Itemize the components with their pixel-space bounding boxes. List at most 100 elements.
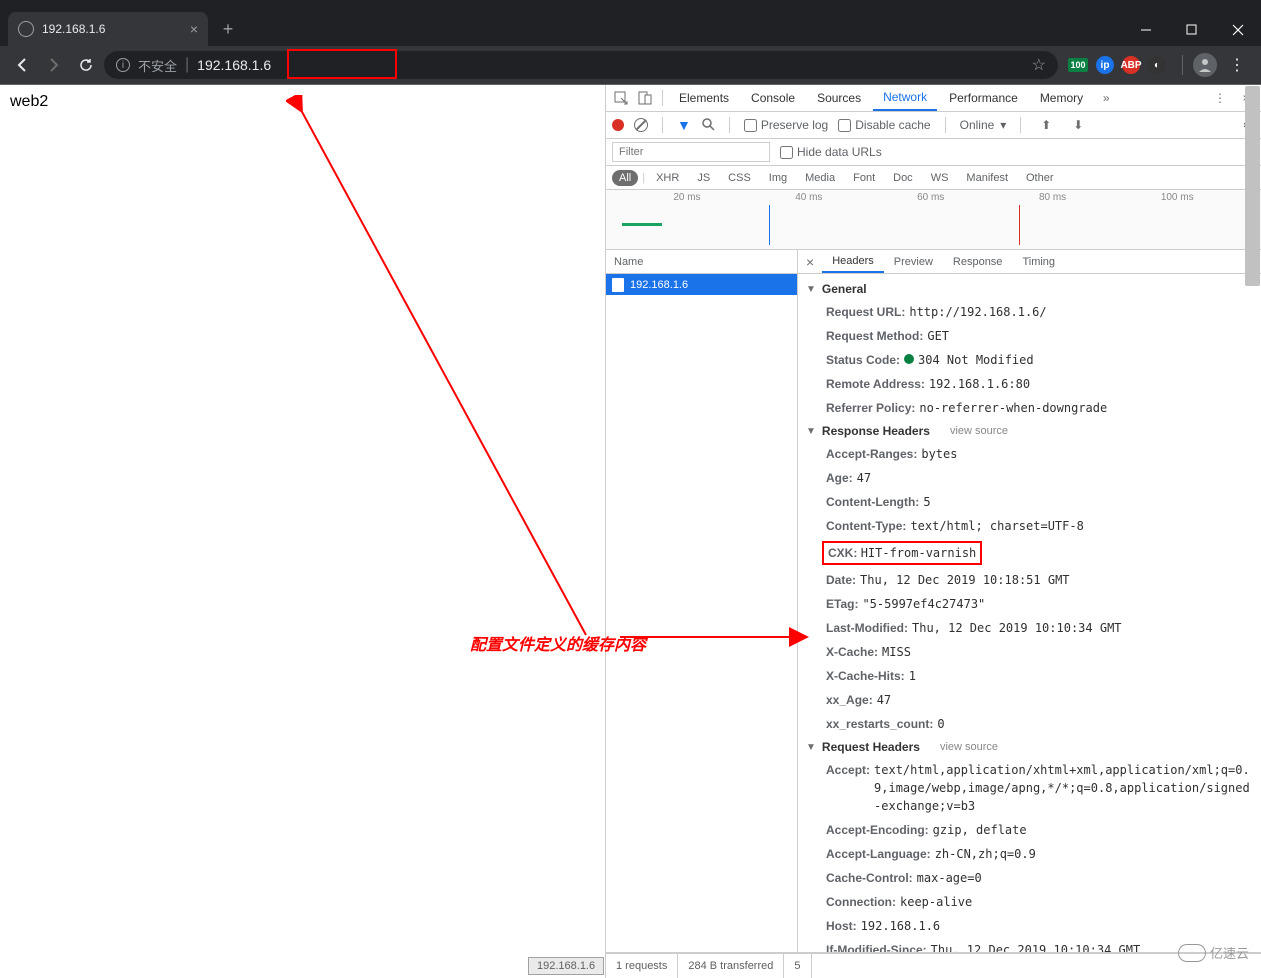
header-row: Status Code: 304 Not Modified: [798, 348, 1261, 372]
tab-title: 192.168.1.6: [42, 22, 182, 36]
timeline-marker-red: [1019, 205, 1020, 245]
header-row: Content-Length: 5: [798, 490, 1261, 514]
response-headers-section[interactable]: ▼Response Headersview source: [798, 420, 1261, 442]
type-xhr[interactable]: XHR: [649, 170, 686, 186]
type-all[interactable]: All: [612, 170, 638, 186]
type-ws[interactable]: WS: [924, 170, 956, 186]
upload-icon[interactable]: ⬆: [1035, 118, 1057, 132]
tab-sources[interactable]: Sources: [807, 85, 871, 111]
header-row: Referrer Policy: no-referrer-when-downgr…: [798, 396, 1261, 420]
ext-circle-icon[interactable]: ◐: [1148, 56, 1166, 74]
tab-headers[interactable]: Headers: [822, 250, 884, 273]
request-headers-section[interactable]: ▼Request Headersview source: [798, 736, 1261, 758]
filter-icon[interactable]: ▼: [677, 117, 691, 133]
separator: [729, 117, 730, 133]
minimize-button[interactable]: [1123, 14, 1169, 46]
clear-button[interactable]: [634, 118, 648, 132]
type-doc[interactable]: Doc: [886, 170, 920, 186]
type-media[interactable]: Media: [798, 170, 842, 186]
browser-toolbar: i 不安全 | 192.168.1.6 ☆ 100 ip ABP ◐ ⋮: [0, 46, 1261, 84]
type-css[interactable]: CSS: [721, 170, 758, 186]
timeline-marker-blue: [769, 205, 770, 245]
bookmark-icon[interactable]: ☆: [1032, 55, 1046, 75]
close-tab-icon[interactable]: ×: [190, 21, 198, 37]
header-row: xx_restarts_count: 0: [798, 712, 1261, 736]
search-icon[interactable]: [701, 117, 715, 134]
scrollbar-thumb[interactable]: [1245, 274, 1260, 286]
type-manifest[interactable]: Manifest: [959, 170, 1015, 186]
separator: [945, 117, 946, 133]
new-tab-button[interactable]: +: [214, 15, 242, 43]
user-avatar[interactable]: [1193, 53, 1217, 77]
more-tabs-icon[interactable]: »: [1095, 91, 1117, 105]
filter-input[interactable]: [612, 142, 770, 162]
header-row: Last-Modified: Thu, 12 Dec 2019 10:10:34…: [798, 616, 1261, 640]
tab-memory[interactable]: Memory: [1030, 85, 1093, 111]
status-transferred: 284 B transferred: [678, 954, 784, 978]
ext-abp-icon[interactable]: ABP: [1122, 56, 1140, 74]
header-row: Date: Thu, 12 Dec 2019 10:18:51 GMT: [798, 568, 1261, 592]
watermark-icon: [1178, 944, 1206, 962]
tab-console[interactable]: Console: [741, 85, 805, 111]
header-row: Accept-Encoding: gzip, deflate: [798, 818, 1261, 842]
request-area: Name 192.168.1.6 × Headers Preview Respo…: [606, 250, 1261, 953]
header-row: ETag: "5-5997ef4c27473": [798, 592, 1261, 616]
close-detail-icon[interactable]: ×: [798, 254, 822, 270]
tab-timing[interactable]: Timing: [1012, 250, 1065, 273]
header-row: Accept-Language: zh-CN,zh;q=0.9: [798, 842, 1261, 866]
reload-button[interactable]: [72, 51, 100, 79]
header-row: X-Cache-Hits: 1: [798, 664, 1261, 688]
preserve-log-checkbox[interactable]: Preserve log: [744, 118, 828, 132]
header-row: xx_Age: 47: [798, 688, 1261, 712]
name-column-header[interactable]: Name: [606, 250, 797, 274]
filter-row: Hide data URLs: [606, 139, 1261, 166]
address-bar[interactable]: i 不安全 | 192.168.1.6 ☆: [104, 51, 1058, 79]
record-button[interactable]: [612, 119, 624, 131]
device-icon[interactable]: [634, 91, 656, 105]
browser-tab[interactable]: 192.168.1.6 ×: [8, 12, 208, 46]
page-viewport: web2: [0, 85, 605, 978]
headers-body[interactable]: ▼General Request URL: http://192.168.1.6…: [798, 274, 1261, 952]
type-font[interactable]: Font: [846, 170, 882, 186]
tab-response[interactable]: Response: [943, 250, 1013, 273]
type-other[interactable]: Other: [1019, 170, 1061, 186]
maximize-button[interactable]: [1169, 14, 1215, 46]
type-js[interactable]: JS: [690, 170, 717, 186]
type-img[interactable]: Img: [762, 170, 794, 186]
tab-elements[interactable]: Elements: [669, 85, 739, 111]
tick: 100 ms: [1161, 192, 1194, 203]
disable-cache-checkbox[interactable]: Disable cache: [838, 118, 930, 132]
hide-data-urls-checkbox[interactable]: Hide data URLs: [780, 145, 882, 159]
forward-button[interactable]: [40, 51, 68, 79]
back-button[interactable]: [8, 51, 36, 79]
menu-button[interactable]: ⋮: [1221, 55, 1253, 75]
window-titlebar: 192.168.1.6 × +: [0, 0, 1261, 46]
general-section[interactable]: ▼General: [798, 278, 1261, 300]
close-window-button[interactable]: [1215, 14, 1261, 46]
info-icon[interactable]: i: [116, 58, 130, 72]
header-row: Age: 47: [798, 466, 1261, 490]
file-icon: [612, 278, 624, 292]
throttle-select[interactable]: Online▾: [960, 118, 1007, 132]
header-row: Request Method: GET: [798, 324, 1261, 348]
devtools-menu-icon[interactable]: ⋮: [1209, 91, 1231, 105]
watermark-text: 亿速云: [1210, 943, 1249, 962]
tick: 40 ms: [795, 192, 822, 203]
timeline-overview[interactable]: 20 ms 40 ms 60 ms 80 ms 100 ms: [606, 190, 1261, 250]
header-row: CXK: HIT-from-varnish: [798, 538, 1261, 568]
status-hint: 192.168.1.6: [528, 957, 604, 975]
header-row: Content-Type: text/html; charset=UTF-8: [798, 514, 1261, 538]
inspect-icon[interactable]: [610, 91, 632, 105]
ext-ip-icon[interactable]: ip: [1096, 56, 1114, 74]
tab-preview[interactable]: Preview: [884, 250, 943, 273]
request-row[interactable]: 192.168.1.6: [606, 274, 797, 295]
status-resources: 5: [784, 954, 811, 978]
header-row: Accept: text/html,application/xhtml+xml,…: [798, 758, 1261, 818]
network-statusbar: 192.168.1.6 1 requests 284 B transferred…: [606, 953, 1261, 978]
timeline-bar: [622, 223, 662, 226]
tab-performance[interactable]: Performance: [939, 85, 1028, 111]
ext-badge-green[interactable]: 100: [1068, 58, 1088, 72]
request-list: Name 192.168.1.6: [606, 250, 798, 952]
download-icon[interactable]: ⬇: [1067, 118, 1089, 132]
tab-network[interactable]: Network: [873, 85, 937, 111]
